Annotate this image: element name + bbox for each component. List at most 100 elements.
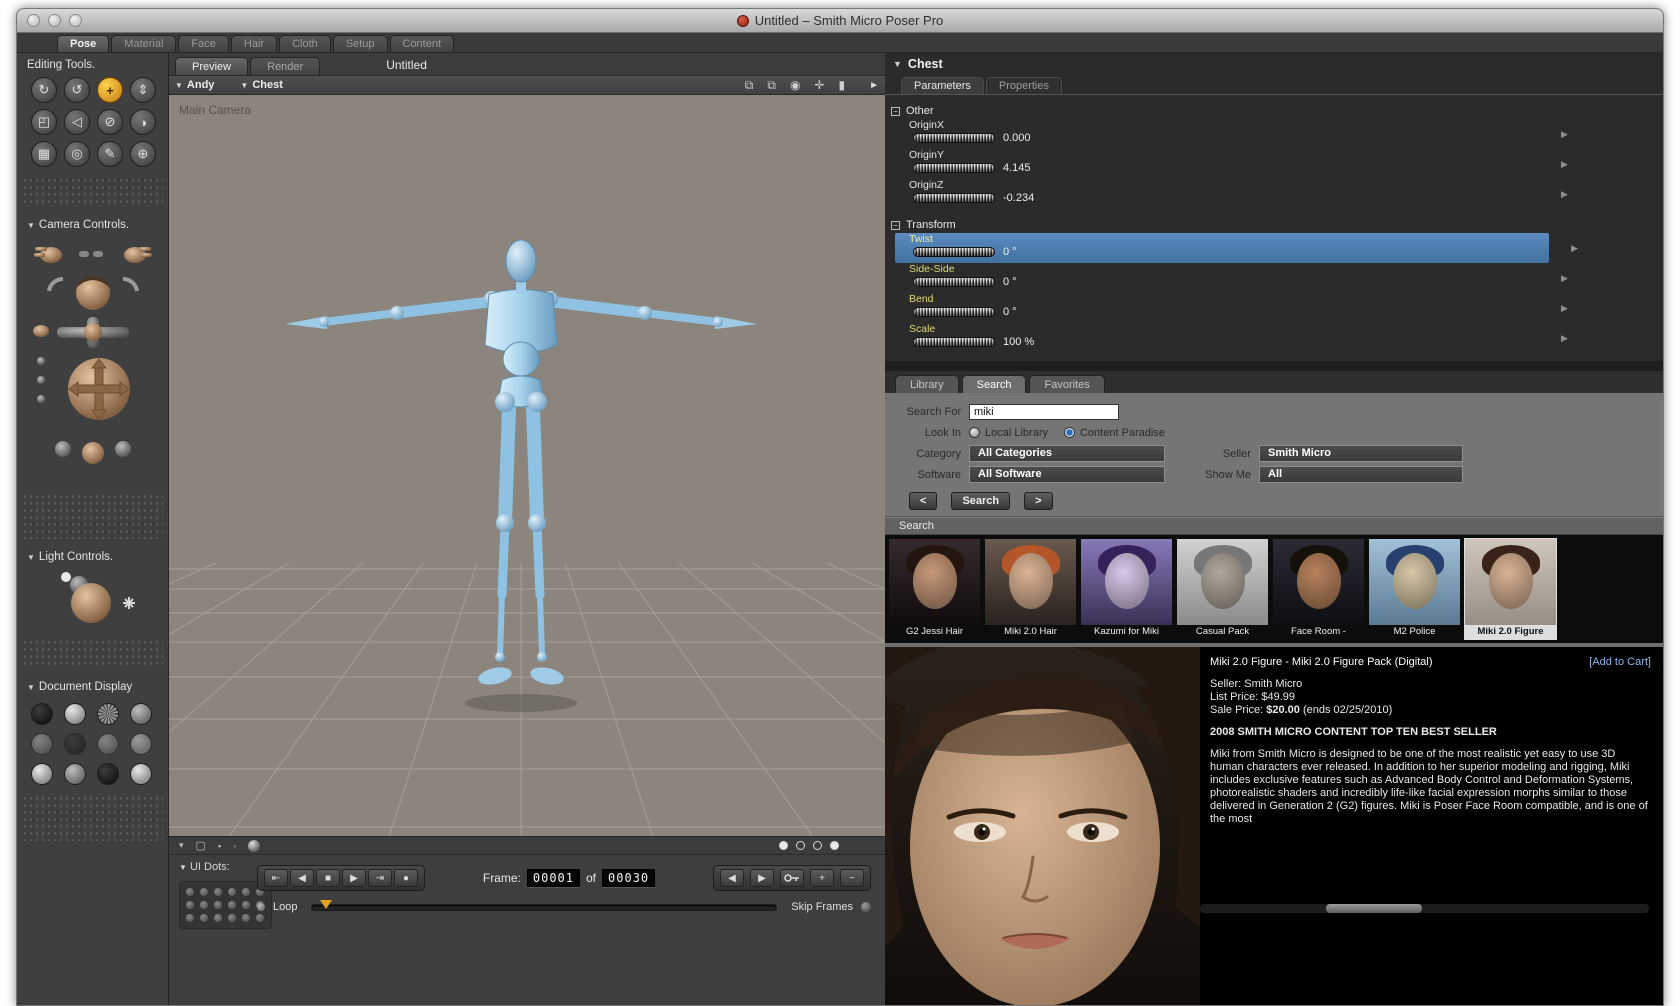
- parameter-label[interactable]: Bend: [909, 293, 1557, 305]
- dot-icon[interactable]: ◦: [233, 841, 236, 851]
- parameter-dial[interactable]: [913, 133, 995, 143]
- tab-preview[interactable]: Preview: [175, 57, 249, 75]
- direct-manipulation-tool-icon[interactable]: ⊕: [130, 141, 156, 167]
- chevron-down-icon[interactable]: ▼: [893, 59, 902, 69]
- camera-flyaround-icon[interactable]: ⧉: [745, 78, 754, 93]
- description-scrollbar[interactable]: [1200, 904, 1649, 913]
- stop-button[interactable]: ■: [316, 869, 340, 887]
- tab-favorites[interactable]: Favorites: [1029, 375, 1105, 393]
- parameter-dial[interactable]: [913, 277, 995, 287]
- collapse-group-icon[interactable]: −: [891, 220, 900, 230]
- display-dot-icon[interactable]: [813, 841, 822, 850]
- next-page-button[interactable]: >: [1024, 492, 1053, 510]
- display-style-ball[interactable]: [64, 703, 86, 725]
- parameter-menu-icon[interactable]: ▶: [1561, 159, 1568, 170]
- tab-properties[interactable]: Properties: [985, 77, 1062, 94]
- prev-page-button[interactable]: <: [909, 492, 938, 510]
- frame-box-icon[interactable]: ▢: [196, 839, 206, 852]
- radio-local-library[interactable]: Local Library: [969, 427, 1048, 439]
- camera-controls-graphic[interactable]: [27, 235, 159, 487]
- camera-name-label[interactable]: Main Camera: [179, 103, 251, 117]
- display-style-ball[interactable]: [64, 763, 86, 785]
- show-me-dropdown[interactable]: All: [1259, 466, 1463, 483]
- display-style-ball[interactable]: [130, 733, 152, 755]
- viewport-canvas[interactable]: [169, 95, 885, 837]
- loop-indicator-icon[interactable]: [257, 903, 265, 911]
- ui-dot[interactable]: [214, 901, 222, 909]
- taper-tool-icon[interactable]: ◁: [64, 109, 90, 135]
- first-frame-button[interactable]: ⇤: [264, 869, 288, 887]
- timeline-scrubber[interactable]: [311, 899, 778, 911]
- search-button[interactable]: Search: [951, 492, 1011, 510]
- parameter-label[interactable]: Side-Side: [909, 263, 1557, 275]
- tracking-mode-icon[interactable]: ✛: [814, 78, 824, 92]
- parameter-menu-icon[interactable]: ▶: [1561, 303, 1568, 314]
- tab-search[interactable]: Search: [961, 375, 1027, 393]
- translate-inout-tool-icon[interactable]: ⇕: [130, 77, 156, 103]
- display-style-ball[interactable]: [31, 733, 53, 755]
- tab-setup[interactable]: Setup: [332, 35, 388, 52]
- prev-keyframe-button[interactable]: ◀: [720, 869, 744, 887]
- parameter-value[interactable]: 4.145: [1003, 162, 1031, 174]
- parameter-value[interactable]: 0 °: [1003, 246, 1017, 258]
- add-to-cart-link[interactable]: [Add to Cart]: [1589, 656, 1651, 669]
- ui-dot[interactable]: [200, 914, 208, 922]
- result-thumbnail[interactable]: M2 Police: [1368, 538, 1461, 640]
- rotate-tool-icon[interactable]: ↻: [31, 77, 57, 103]
- display-style-ball[interactable]: [97, 703, 119, 725]
- ui-dot[interactable]: [228, 888, 236, 896]
- parameter-value[interactable]: -0.234: [1003, 192, 1034, 204]
- parameter-dial[interactable]: [913, 193, 995, 203]
- ui-dot[interactable]: [228, 901, 236, 909]
- parameter-label[interactable]: OriginZ: [909, 179, 1557, 191]
- ui-dot[interactable]: [186, 901, 194, 909]
- result-thumbnail[interactable]: Casual Pack: [1176, 538, 1269, 640]
- parameter-menu-icon[interactable]: ▶: [1561, 333, 1568, 344]
- depth-select-icon[interactable]: ▾: [179, 840, 184, 851]
- tab-material[interactable]: Material: [111, 35, 177, 52]
- parameter-menu-icon[interactable]: ▶: [1561, 273, 1568, 284]
- display-style-ball[interactable]: [97, 733, 119, 755]
- parameter-value[interactable]: 0.000: [1003, 132, 1031, 144]
- light-controls-graphic[interactable]: [33, 567, 153, 633]
- parameter-label[interactable]: OriginX: [909, 119, 1557, 131]
- parameter-label[interactable]: OriginY: [909, 149, 1557, 161]
- result-thumbnail[interactable]: Face Room -: [1272, 538, 1365, 640]
- body-part-menu[interactable]: ▼ Chest: [240, 79, 282, 91]
- tab-hair[interactable]: Hair: [230, 35, 278, 52]
- color-tool-icon[interactable]: ◑: [130, 109, 156, 135]
- scale-tool-icon[interactable]: ◰: [31, 109, 57, 135]
- tab-cloth[interactable]: Cloth: [279, 35, 331, 52]
- display-style-ball[interactable]: [64, 733, 86, 755]
- total-frames-field[interactable]: 00030: [602, 869, 656, 887]
- tab-pose[interactable]: Pose: [57, 35, 110, 52]
- display-dot-icon[interactable]: [796, 841, 805, 850]
- material-ball-icon[interactable]: [248, 839, 261, 852]
- title-bar[interactable]: Untitled – Smith Micro Poser Pro: [17, 9, 1663, 33]
- ui-dot[interactable]: [214, 914, 222, 922]
- panel-expander-icon[interactable]: ►: [869, 80, 879, 91]
- parameter-value[interactable]: 100 %: [1003, 336, 1034, 348]
- radio-content-paradise[interactable]: Content Paradise: [1063, 427, 1165, 439]
- delete-keyframe-button[interactable]: −: [840, 869, 864, 887]
- result-thumbnail[interactable]: Miki 2.0 Hair: [984, 538, 1077, 640]
- display-dot-icon[interactable]: [830, 841, 839, 850]
- search-input[interactable]: [969, 403, 1119, 420]
- display-style-icon[interactable]: ◉: [790, 78, 800, 92]
- tab-render[interactable]: Render: [250, 57, 321, 75]
- ui-dot[interactable]: [186, 914, 194, 922]
- shadow-dot-icon[interactable]: ▪: [218, 841, 221, 851]
- result-thumbnail-selected[interactable]: Miki 2.0 Figure: [1464, 538, 1557, 640]
- parameter-dial[interactable]: [913, 337, 995, 347]
- parameter-menu-icon[interactable]: ▶: [1571, 243, 1578, 254]
- parameter-value[interactable]: 0 °: [1003, 276, 1017, 288]
- parameter-dial[interactable]: [913, 307, 995, 317]
- parameter-dial[interactable]: [913, 247, 995, 257]
- play-button[interactable]: ▶: [342, 869, 366, 887]
- software-dropdown[interactable]: All Software: [969, 466, 1165, 483]
- scrollbar-thumb[interactable]: [1325, 904, 1422, 913]
- current-frame-field[interactable]: 00001: [526, 869, 580, 887]
- translate-pull-tool-icon[interactable]: +: [97, 77, 123, 103]
- display-style-ball[interactable]: [31, 703, 53, 725]
- parameter-label[interactable]: Twist: [909, 233, 1549, 245]
